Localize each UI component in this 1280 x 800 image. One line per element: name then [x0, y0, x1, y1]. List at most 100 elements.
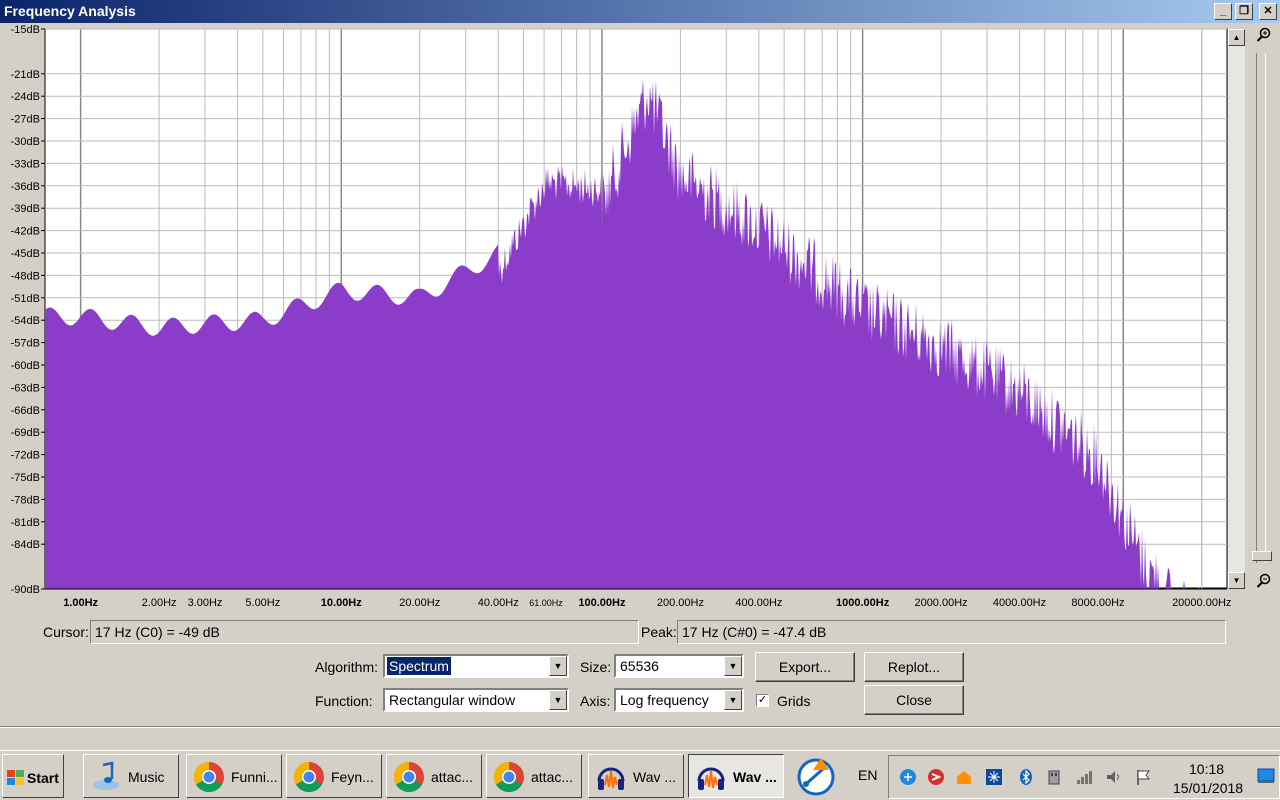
chevron-down-icon[interactable]: ▼: [724, 690, 742, 710]
task-label: Feyn...: [331, 769, 374, 785]
x-tick-label: 200.00Hz: [657, 597, 704, 609]
action-center-flag-icon[interactable]: [1135, 768, 1153, 786]
y-tick-label: -39dB: [11, 203, 40, 215]
grids-checkbox[interactable]: ✓: [756, 694, 769, 707]
y-tick-label: -66dB: [11, 405, 40, 417]
chrome-icon: [493, 762, 524, 793]
x-axis-labels: 1.00Hz 2.00Hz 3.00Hz 5.00Hz 10.00Hz 20.00Hz 40…: [63, 597, 1231, 609]
task-audacity-2[interactable]: Wav ...: [688, 754, 784, 798]
chrome-icon: [293, 762, 324, 793]
algorithm-label: Algorithm:: [315, 659, 379, 675]
system-tray: 10:18 15/01/2018: [888, 755, 1280, 799]
y-tick-label: -24dB: [11, 91, 40, 103]
y-tick-label: -78dB: [11, 494, 40, 506]
x-tick-label: 2000.00Hz: [914, 597, 967, 609]
bluetooth-icon[interactable]: [1017, 768, 1035, 786]
y-tick-label: -45dB: [11, 248, 40, 260]
y-tick-label: -90dB: [11, 584, 40, 596]
title-bar: Frequency Analysis _ ❐ ✕: [0, 0, 1280, 23]
y-tick-label: -30dB: [11, 136, 40, 148]
taskbar: Start Music Funni... Feyn... attac... at…: [0, 750, 1280, 800]
task-chrome-4[interactable]: attac...: [486, 754, 582, 798]
algorithm-select[interactable]: Spectrum ▼: [383, 654, 569, 678]
grids-label: Grids: [777, 693, 811, 709]
x-tick-label: 1.00Hz: [63, 597, 98, 609]
language-indicator[interactable]: EN: [858, 767, 877, 783]
chevron-down-icon[interactable]: ▼: [549, 656, 567, 676]
network-globe-icon[interactable]: [899, 768, 917, 786]
x-tick-label: 61.00Hz: [529, 598, 563, 608]
y-tick-label: -60dB: [11, 360, 40, 372]
x-tick-label: 100.00Hz: [578, 597, 626, 609]
y-axis-labels: -15dB -21dB -24dB -27dB -30dB -33dB -36dB -39dB…: [11, 24, 45, 596]
task-label: Music: [128, 769, 165, 785]
vertical-scrollbar[interactable]: ▲ ▼: [1228, 29, 1245, 589]
volume-icon[interactable]: [1105, 768, 1123, 786]
y-tick-label: -51dB: [11, 293, 40, 305]
y-tick-label: -27dB: [11, 114, 40, 126]
snowflake-tray-icon[interactable]: [985, 768, 1003, 786]
zoom-in-icon[interactable]: [1256, 27, 1272, 43]
task-label: Wav ...: [633, 769, 677, 785]
x-tick-label: 40.00Hz: [478, 597, 519, 609]
show-desktop-icon[interactable]: [1257, 768, 1275, 784]
arrow-tray-icon[interactable]: [927, 768, 945, 786]
signal-bars-icon[interactable]: [1075, 768, 1093, 786]
axis-select[interactable]: Log frequency ▼: [614, 688, 744, 712]
scroll-up-button[interactable]: ▲: [1228, 29, 1245, 46]
y-tick-label: -69dB: [11, 427, 40, 439]
zoom-slider-thumb[interactable]: [1252, 551, 1272, 561]
x-tick-label: 5.00Hz: [245, 597, 280, 609]
chevron-down-icon[interactable]: ▼: [549, 690, 567, 710]
zoom-out-icon[interactable]: [1256, 573, 1272, 589]
home-tray-icon[interactable]: [955, 768, 973, 786]
close-button[interactable]: Close: [864, 685, 964, 715]
close-window-button[interactable]: ✕: [1259, 3, 1277, 20]
peak-readout: 17 Hz (C#0) = -47.4 dB: [677, 620, 1226, 644]
y-tick-label: -75dB: [11, 472, 40, 484]
export-button[interactable]: Export...: [755, 652, 855, 682]
restore-button[interactable]: ❐: [1235, 3, 1253, 20]
cursor-label: Cursor:: [43, 624, 89, 640]
task-label: Funni...: [231, 769, 278, 785]
task-label: Wav ...: [733, 769, 777, 785]
y-tick-label: -72dB: [11, 450, 40, 462]
size-value: 65536: [620, 658, 659, 674]
task-music[interactable]: Music: [83, 754, 179, 798]
y-tick-label: -36dB: [11, 181, 40, 193]
size-select[interactable]: 65536 ▼: [614, 654, 744, 678]
axis-value: Log frequency: [620, 692, 709, 708]
x-tick-label: 4000.00Hz: [993, 597, 1046, 609]
zoom-slider-track[interactable]: [1256, 53, 1266, 563]
usb-device-icon[interactable]: [1045, 768, 1063, 786]
audacity-icon: [697, 767, 725, 790]
spectrum-plot[interactable]: -15dB -21dB -24dB -27dB -30dB -33dB -36dB -39dB…: [0, 23, 1280, 623]
y-tick-label: -57dB: [11, 338, 40, 350]
task-chrome-3[interactable]: attac...: [386, 754, 482, 798]
x-tick-label: 3.00Hz: [188, 597, 223, 609]
size-label: Size:: [580, 659, 612, 675]
scroll-down-button[interactable]: ▼: [1228, 572, 1245, 589]
task-chrome-1[interactable]: Funni...: [186, 754, 282, 798]
axis-label: Axis:: [580, 693, 611, 709]
function-select[interactable]: Rectangular window ▼: [383, 688, 569, 712]
start-button[interactable]: Start: [2, 754, 64, 798]
clock-date[interactable]: 15/01/2018: [1173, 780, 1243, 796]
task-chrome-2[interactable]: Feyn...: [286, 754, 382, 798]
y-tick-label: -84dB: [11, 539, 40, 551]
chevron-down-icon[interactable]: ▼: [724, 656, 742, 676]
vlc-tray-icon[interactable]: [796, 756, 836, 796]
y-tick-label: -42dB: [11, 226, 40, 238]
task-audacity-1[interactable]: Wav ...: [588, 754, 684, 798]
peak-label: Peak:: [641, 624, 677, 640]
y-tick-label: -63dB: [11, 382, 40, 394]
chrome-icon: [193, 762, 224, 793]
x-tick-label: 1000.00Hz: [836, 597, 890, 609]
x-tick-label: 2.00Hz: [142, 597, 177, 609]
replot-button[interactable]: Replot...: [864, 652, 964, 682]
y-tick-label: -33dB: [11, 158, 40, 170]
y-tick-label: -21dB: [11, 69, 40, 81]
x-tick-label: 8000.00Hz: [1071, 597, 1124, 609]
clock-time[interactable]: 10:18: [1189, 761, 1224, 777]
minimize-button[interactable]: _: [1214, 3, 1232, 20]
